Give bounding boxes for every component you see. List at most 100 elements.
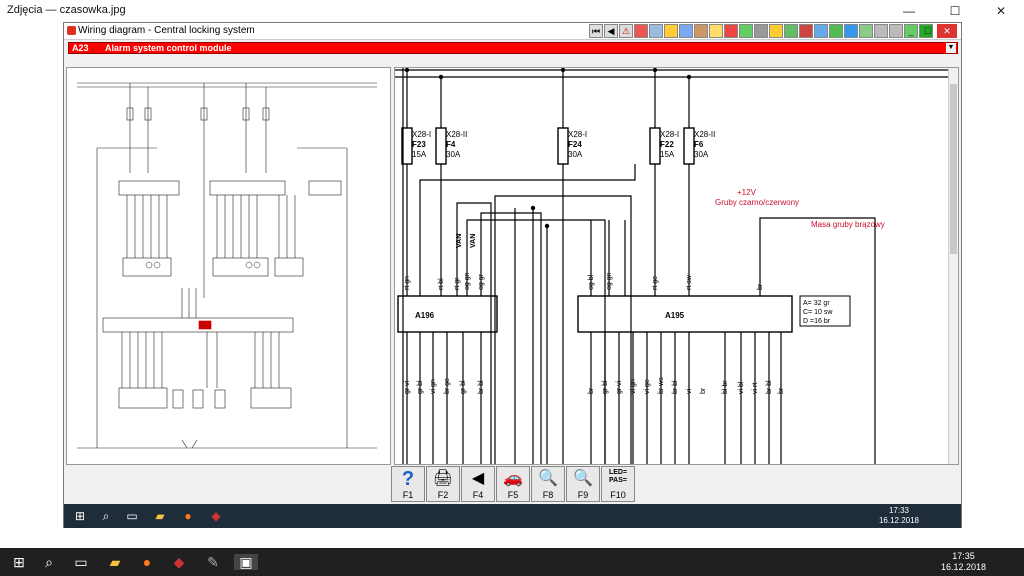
firefox-icon[interactable]: ● — [138, 554, 156, 570]
file-explorer-icon[interactable]: ▰ — [152, 508, 168, 524]
app-maximize-button[interactable]: ☐ — [920, 24, 936, 38]
tool-icon[interactable] — [664, 24, 678, 38]
tool-taskbar-icon[interactable]: ✎ — [204, 554, 222, 570]
wire-label: rt sw — [686, 274, 693, 290]
task-view-icon[interactable]: ▭ — [72, 554, 90, 570]
fkey-label: F2 — [437, 490, 449, 500]
tool-icon[interactable] — [739, 24, 753, 38]
tool-icon[interactable] — [799, 24, 813, 38]
wire-label: vi rt — [752, 383, 759, 394]
tool-icon[interactable] — [769, 24, 783, 38]
task-view-icon[interactable]: ▭ — [124, 508, 140, 524]
tool-icon[interactable] — [784, 24, 798, 38]
annotation-ground: Masa gruby brązowy — [811, 220, 885, 229]
tool-icon[interactable] — [874, 24, 888, 38]
fuse-connector: X28-I — [412, 130, 431, 139]
tool-icon[interactable] — [709, 24, 723, 38]
search-icon[interactable]: ⌕ — [98, 508, 114, 524]
zoomed-diagram[interactable]: X28-I F23 15A X28-II F4 30A X28-I F24 30… — [394, 67, 959, 465]
search-icon[interactable]: ⌕ — [40, 554, 58, 570]
wire-label: rt ge — [652, 276, 659, 290]
app-titlebar: Wiring diagram - Central locking system … — [64, 23, 961, 40]
wire-label: vi gn — [430, 379, 437, 394]
fuse-name: F24 — [568, 140, 582, 149]
wire-label: og bl — [588, 274, 595, 290]
clock-time: 17:35 — [952, 551, 975, 561]
overview-diagram[interactable] — [66, 67, 391, 465]
windows-start-icon[interactable]: ⊞ — [10, 554, 28, 570]
app-title: Wiring diagram - Central locking system — [78, 25, 255, 36]
wire-label: vi — [686, 389, 693, 395]
f9-zoom-out-button[interactable]: 🔍 F9 — [566, 466, 600, 502]
fuse-name: F23 — [412, 140, 426, 149]
inner-taskbar: ⊞ ⌕ ▭ ▰ ● ◆ 17:33 16.12.2018 — [64, 504, 961, 528]
photos-titlebar: Zdjęcia — czasowka.jpg — ☐ ✕ — [0, 0, 1024, 22]
inner-clock: 17:33 16.12.2018 — [879, 506, 919, 526]
app-taskbar-icon[interactable]: ◆ — [208, 508, 224, 524]
photos-taskbar-icon[interactable]: ▣ — [234, 554, 258, 570]
tool-icon[interactable] — [679, 24, 693, 38]
tool-icon[interactable] — [829, 24, 843, 38]
tool-icon[interactable] — [724, 24, 738, 38]
minimize-button[interactable]: — — [886, 0, 932, 22]
fkey-label: F4 — [472, 490, 484, 500]
taskbar: ⊞ ⌕ ▭ ▰ ● ◆ ✎ ▣ 17:35 16.12.2018 — [0, 548, 1024, 576]
tool-icon[interactable] — [844, 24, 858, 38]
close-button[interactable]: ✕ — [978, 0, 1024, 22]
fuse-name: F6 — [694, 140, 704, 149]
scrollbar-thumb[interactable] — [950, 84, 957, 254]
file-explorer-icon[interactable]: ▰ — [106, 554, 124, 570]
wire-label: vi ge — [644, 379, 651, 394]
fkey-label: F9 — [577, 490, 589, 500]
fuse-name: F4 — [446, 140, 456, 149]
tool-icon[interactable] — [859, 24, 873, 38]
wire-label: gr bl — [602, 380, 609, 394]
wire-label: br bl — [478, 380, 485, 394]
chevron-down-icon[interactable]: ▼ — [946, 43, 956, 53]
tool-icon[interactable] — [889, 24, 903, 38]
clock: 17:35 16.12.2018 — [941, 551, 986, 573]
maximize-button[interactable]: ☐ — [932, 0, 978, 22]
wire-label: gr bl — [460, 380, 467, 394]
clock-date: 16.12.2018 — [940, 562, 986, 572]
tool-icon[interactable] — [694, 24, 708, 38]
fuse-connector: X28-II — [694, 130, 715, 139]
f10-led-pas-button[interactable]: LED= PAS= F10 — [601, 466, 635, 502]
wire-label: br — [757, 283, 764, 290]
tool-icon[interactable] — [634, 24, 648, 38]
app-taskbar-icon[interactable]: ◆ — [170, 554, 188, 570]
function-key-bar: ? F1 🖨 F2 ◀ F4 🚗 F5 🔍 F8 🔍 F9 LED= PAS= F10 — [391, 466, 636, 502]
firefox-icon[interactable]: ● — [180, 508, 196, 524]
windows-start-icon[interactable]: ⊞ — [72, 508, 88, 524]
prev-icon[interactable]: ◀ — [604, 24, 618, 38]
fuse-name: F22 — [660, 140, 674, 149]
first-icon[interactable]: ⏮ — [589, 24, 603, 38]
help-icon: ? — [401, 468, 415, 490]
component-selector[interactable]: A23 Alarm system control module ▼ — [68, 42, 958, 54]
app-close-button[interactable]: ✕ — [937, 24, 957, 38]
led-pas-icon: LED= PAS= — [608, 469, 628, 484]
warning-icon[interactable]: ⚠ — [619, 24, 633, 38]
tool-icon[interactable] — [754, 24, 768, 38]
back-icon: ◀ — [471, 470, 485, 487]
wire-label: br bl — [672, 380, 679, 394]
f1-help-button[interactable]: ? F1 — [391, 466, 425, 502]
fkey-label: F1 — [402, 490, 414, 500]
overview-schematic — [77, 82, 377, 449]
annotation-12v: +12V — [737, 188, 756, 197]
fuse-rating: 30A — [694, 150, 709, 159]
inner-clock-date: 16.12.2018 — [878, 516, 919, 525]
f4-back-button[interactable]: ◀ F4 — [461, 466, 495, 502]
annotation-thick-red: Gruby czarno/czerwony — [715, 198, 800, 207]
f8-zoom-button[interactable]: 🔍 F8 — [531, 466, 565, 502]
wiring-schematic: X28-I F23 15A X28-II F4 30A X28-I F24 30… — [395, 68, 950, 464]
app-minimize-button[interactable]: _ — [903, 24, 919, 38]
wire-label: og gn — [464, 272, 471, 290]
vertical-scrollbar[interactable] — [948, 68, 958, 464]
f5-car-button[interactable]: 🚗 F5 — [496, 466, 530, 502]
tool-icon[interactable] — [649, 24, 663, 38]
tool-icon[interactable] — [814, 24, 828, 38]
car-icon: 🚗 — [503, 470, 523, 487]
legend-d: D =16 br — [803, 318, 831, 325]
f2-print-button[interactable]: 🖨 F2 — [426, 466, 460, 502]
